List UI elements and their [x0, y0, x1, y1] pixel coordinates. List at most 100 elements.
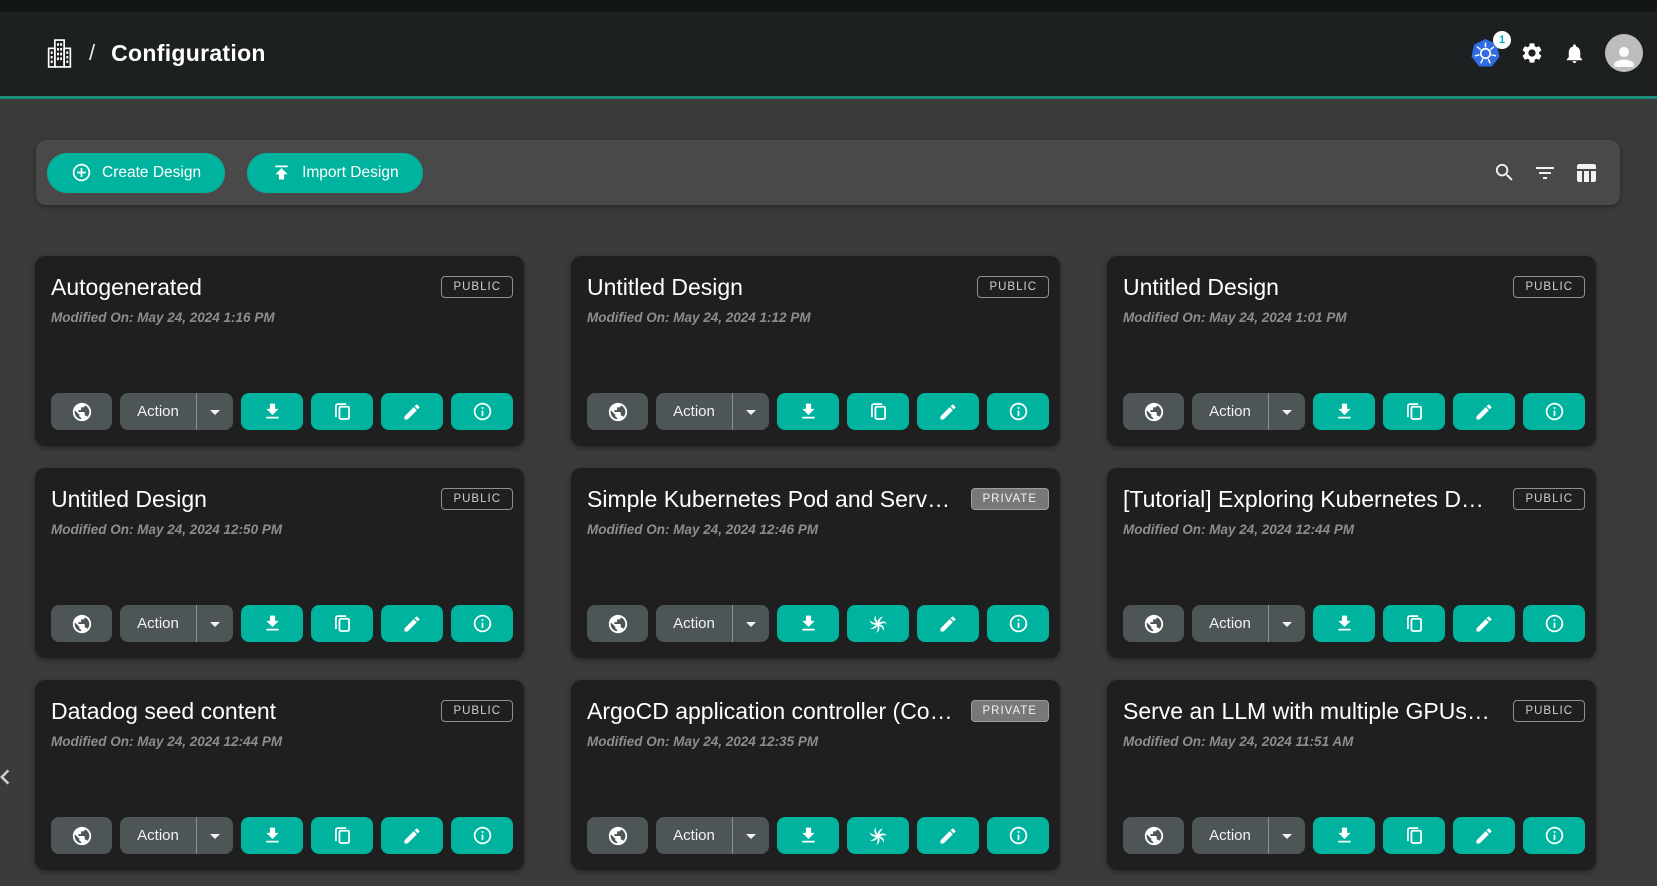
edit-design-button[interactable]: [917, 393, 979, 430]
edit-design-button[interactable]: [381, 605, 443, 642]
action-dropdown-caret[interactable]: [733, 824, 769, 848]
edit-design-button[interactable]: [917, 605, 979, 642]
copy-design-button[interactable]: [311, 393, 373, 430]
design-info-button[interactable]: [451, 817, 513, 854]
action-dropdown-caret[interactable]: [733, 612, 769, 636]
design-info-button[interactable]: [987, 605, 1049, 642]
copy-design-button[interactable]: [847, 393, 909, 430]
download-design-button[interactable]: [1313, 605, 1375, 642]
download-design-button[interactable]: [1313, 393, 1375, 430]
download-design-button[interactable]: [1313, 817, 1375, 854]
swirl-action-button[interactable]: [847, 605, 909, 642]
design-info-button[interactable]: [987, 393, 1049, 430]
caret-down-icon: [203, 400, 227, 424]
modified-on-text: Modified On: May 24, 2024 1:12 PM: [587, 310, 1049, 325]
download-design-button[interactable]: [241, 393, 303, 430]
visibility-globe-button[interactable]: [1123, 393, 1184, 430]
organization-building-icon[interactable]: [46, 38, 73, 69]
design-info-button[interactable]: [451, 393, 513, 430]
create-design-button[interactable]: Create Design: [47, 153, 225, 193]
download-design-button[interactable]: [241, 817, 303, 854]
design-info-button[interactable]: [1523, 817, 1585, 854]
visibility-globe-button[interactable]: [51, 817, 112, 854]
copy-design-button[interactable]: [1383, 605, 1445, 642]
download-design-button[interactable]: [241, 605, 303, 642]
globe-public-icon: [1143, 613, 1165, 635]
action-dropdown-caret[interactable]: [197, 612, 233, 636]
design-info-button[interactable]: [1523, 605, 1585, 642]
action-split-button[interactable]: Action: [120, 393, 233, 430]
action-dropdown-caret[interactable]: [1269, 824, 1305, 848]
copy-design-button[interactable]: [1383, 817, 1445, 854]
card-action-bar: Action: [587, 393, 1049, 430]
card-action-bar: Action: [587, 605, 1049, 642]
action-split-button[interactable]: Action: [1192, 605, 1305, 642]
download-design-button[interactable]: [777, 817, 839, 854]
action-button-label[interactable]: Action: [120, 827, 196, 844]
visibility-globe-button[interactable]: [1123, 605, 1184, 642]
edit-design-button[interactable]: [1453, 605, 1515, 642]
app-header: / Configuration 1: [0, 0, 1657, 99]
visibility-globe-button[interactable]: [587, 605, 648, 642]
action-button-label[interactable]: Action: [1192, 615, 1268, 632]
visibility-globe-button[interactable]: [51, 605, 112, 642]
collapse-panel-chevron[interactable]: [0, 762, 20, 795]
action-split-button[interactable]: Action: [1192, 817, 1305, 854]
visibility-globe-button[interactable]: [1123, 817, 1184, 854]
design-info-button[interactable]: [451, 605, 513, 642]
table-view-icon[interactable]: [1574, 161, 1598, 185]
edit-design-button[interactable]: [1453, 817, 1515, 854]
action-button-label[interactable]: Action: [656, 403, 732, 420]
designs-toolbar: Create Design Import Design: [36, 140, 1620, 205]
toolbar-view-controls: [1493, 161, 1598, 185]
search-icon[interactable]: [1493, 161, 1516, 184]
copy-design-button[interactable]: [311, 817, 373, 854]
edit-design-button[interactable]: [381, 817, 443, 854]
action-dropdown-caret[interactable]: [1269, 612, 1305, 636]
modified-on-text: Modified On: May 24, 2024 11:51 AM: [1123, 734, 1585, 749]
copy-design-button[interactable]: [311, 605, 373, 642]
globe-public-icon: [607, 401, 629, 423]
modified-on-text: Modified On: May 24, 2024 1:01 PM: [1123, 310, 1585, 325]
design-info-button[interactable]: [987, 817, 1049, 854]
edit-design-button[interactable]: [917, 817, 979, 854]
action-button-label[interactable]: Action: [120, 615, 196, 632]
action-split-button[interactable]: Action: [656, 393, 769, 430]
import-design-button[interactable]: Import Design: [247, 153, 422, 193]
visibility-globe-button[interactable]: [587, 817, 648, 854]
notifications-bell-icon[interactable]: [1563, 42, 1586, 65]
design-info-button[interactable]: [1523, 393, 1585, 430]
swirl-action-button[interactable]: [847, 817, 909, 854]
design-title: [Tutorial] Exploring Kubernetes D…: [1123, 485, 1484, 514]
edit-design-button[interactable]: [381, 393, 443, 430]
visibility-globe-button[interactable]: [51, 393, 112, 430]
action-dropdown-caret[interactable]: [197, 824, 233, 848]
action-button-label[interactable]: Action: [1192, 403, 1268, 420]
info-icon: [1008, 613, 1029, 634]
download-design-button[interactable]: [777, 605, 839, 642]
copy-design-button[interactable]: [1383, 393, 1445, 430]
action-button-label[interactable]: Action: [656, 615, 732, 632]
edit-pencil-icon: [1474, 614, 1494, 634]
visibility-globe-button[interactable]: [587, 393, 648, 430]
settings-gear-icon[interactable]: [1520, 41, 1544, 65]
design-card: Simple Kubernetes Pod and Serv… PRIVATE …: [571, 468, 1060, 658]
action-split-button[interactable]: Action: [656, 817, 769, 854]
filter-icon[interactable]: [1533, 161, 1557, 185]
action-dropdown-caret[interactable]: [733, 400, 769, 424]
action-button-label[interactable]: Action: [656, 827, 732, 844]
edit-design-button[interactable]: [1453, 393, 1515, 430]
action-split-button[interactable]: Action: [120, 605, 233, 642]
action-button-label[interactable]: Action: [1192, 827, 1268, 844]
user-avatar[interactable]: [1605, 34, 1643, 72]
action-button-label[interactable]: Action: [120, 403, 196, 420]
action-split-button[interactable]: Action: [120, 817, 233, 854]
action-dropdown-caret[interactable]: [197, 400, 233, 424]
kubernetes-context-button[interactable]: 1: [1470, 38, 1501, 69]
action-split-button[interactable]: Action: [1192, 393, 1305, 430]
design-title: Untitled Design: [587, 273, 743, 302]
caret-down-icon: [1275, 612, 1299, 636]
action-dropdown-caret[interactable]: [1269, 400, 1305, 424]
action-split-button[interactable]: Action: [656, 605, 769, 642]
download-design-button[interactable]: [777, 393, 839, 430]
